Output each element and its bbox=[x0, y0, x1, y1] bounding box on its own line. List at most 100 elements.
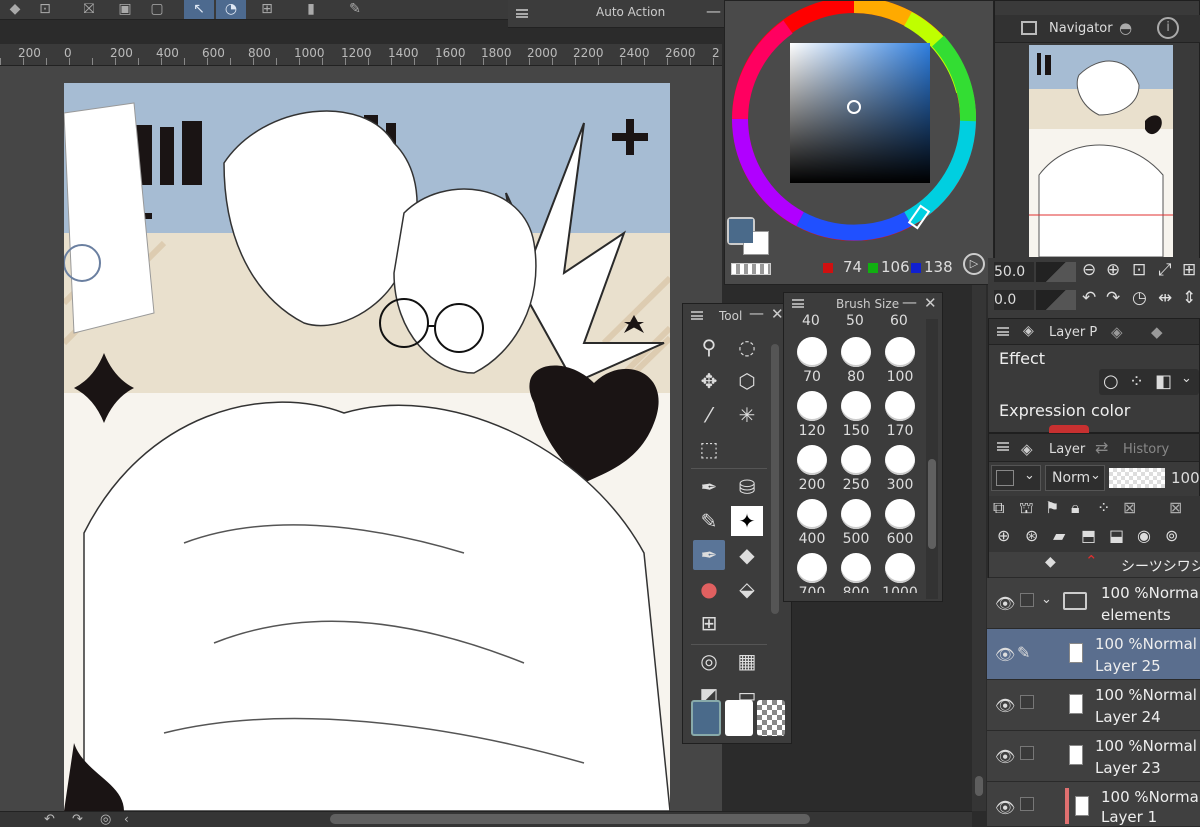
selection-icon[interactable]: ⬚ bbox=[693, 434, 725, 464]
blend-mode-dropdown[interactable]: Norm ⌄ bbox=[1045, 465, 1105, 491]
opacity-slider[interactable] bbox=[1109, 468, 1165, 488]
create-mask-icon[interactable]: ◉ bbox=[1137, 526, 1151, 545]
gradient-icon[interactable]: ▦ bbox=[731, 646, 763, 676]
brush-size-item[interactable]: 150 bbox=[834, 387, 878, 441]
layer-property-tab[interactable]: Layer P bbox=[1049, 325, 1097, 340]
zoom-out-icon[interactable]: ⊖ bbox=[1082, 260, 1096, 280]
figure-tool-icon[interactable]: ⊞ bbox=[693, 608, 725, 638]
minimize-icon[interactable]: — bbox=[749, 304, 764, 322]
layer-color-dropdown[interactable]: ⌄ bbox=[991, 465, 1041, 491]
fit-width-icon[interactable]: ⊞ bbox=[1182, 260, 1196, 280]
eye-icon[interactable]: 👁︎ bbox=[995, 747, 1015, 766]
brush-size-item[interactable]: 120 bbox=[790, 387, 834, 441]
canvas-area[interactable] bbox=[0, 66, 722, 811]
blue-value[interactable]: 138 bbox=[924, 258, 953, 276]
opacity-value[interactable]: 100 bbox=[1171, 469, 1200, 487]
flip-horizontal-icon[interactable]: ⇹ bbox=[1158, 288, 1172, 308]
new-raster-icon[interactable]: ⊕ bbox=[997, 526, 1010, 545]
menu-icon[interactable] bbox=[997, 442, 1009, 451]
chevron-down-icon[interactable]: ⌄ bbox=[1041, 592, 1052, 607]
layer-row[interactable]: 👁︎ 100 %Normal Layer 24 bbox=[987, 680, 1200, 731]
brush-size-label[interactable]: 40 bbox=[802, 313, 820, 329]
brush-scrollbar[interactable] bbox=[926, 319, 938, 599]
zoom-value[interactable]: 50.0 bbox=[994, 262, 1034, 282]
airbrush-icon[interactable]: ⛁ bbox=[731, 472, 763, 502]
eye-icon[interactable]: 👁︎ bbox=[995, 798, 1015, 817]
lock-icon[interactable]: 🔒︎ bbox=[1071, 498, 1080, 518]
transparent-swatch[interactable] bbox=[731, 263, 771, 275]
rotate-left-icon[interactable]: ↶ bbox=[1082, 288, 1096, 308]
reset-rotation-icon[interactable]: ◷ bbox=[1132, 288, 1147, 308]
brush-size-item[interactable]: 200 bbox=[790, 441, 834, 495]
actual-size-icon[interactable]: ⊡ bbox=[1132, 260, 1146, 280]
pencil-icon[interactable]: ✎ bbox=[693, 506, 725, 536]
zoom-tool-icon[interactable]: ⚲ bbox=[693, 332, 725, 362]
tone-effect-icon[interactable]: ⁘ bbox=[1129, 371, 1144, 392]
perspective-icon[interactable]: ▢ bbox=[142, 0, 172, 19]
fit-icon[interactable]: ⤢ bbox=[1158, 260, 1172, 280]
brush-size-item[interactable]: 80 bbox=[834, 333, 878, 387]
minimize-icon[interactable]: — bbox=[902, 293, 917, 311]
layer-folder-elements[interactable]: 👁︎ ⌄ 100 %Normal elements bbox=[987, 578, 1200, 629]
navigator-title[interactable]: Navigator bbox=[1049, 21, 1113, 36]
menu-icon[interactable] bbox=[792, 299, 804, 308]
info-icon[interactable]: i bbox=[1157, 17, 1179, 39]
auto-select-icon[interactable]: ✳ bbox=[731, 400, 763, 430]
green-value[interactable]: 106 bbox=[881, 258, 910, 276]
new-vector-icon[interactable]: ⊛ bbox=[1025, 526, 1038, 545]
brush-size-label[interactable]: 50 bbox=[846, 313, 864, 329]
tool-scrollbar[interactable] bbox=[771, 344, 779, 614]
clip-icon[interactable]: ⧉ bbox=[993, 498, 1004, 518]
play-icon[interactable]: ▷ bbox=[963, 253, 985, 275]
sub-color-chip[interactable] bbox=[725, 700, 753, 736]
mask-off-icon[interactable]: ⊠ bbox=[1169, 498, 1182, 517]
help-icon[interactable]: ✎ bbox=[340, 0, 370, 19]
scroll-left-icon[interactable]: ‹ bbox=[124, 812, 129, 826]
reset-rotation-icon[interactable]: ◎ bbox=[100, 812, 111, 827]
brush-size-item[interactable]: 170 bbox=[878, 387, 922, 441]
phone-icon[interactable]: ▮ bbox=[296, 0, 326, 19]
move-tool-icon[interactable]: ✥ bbox=[693, 366, 725, 396]
eraser-icon[interactable]: ◆ bbox=[731, 540, 763, 570]
close-icon[interactable]: ✕ bbox=[924, 294, 937, 312]
main-color-chip[interactable] bbox=[691, 700, 721, 736]
rotate-right-icon[interactable]: ↷ bbox=[72, 812, 83, 827]
transform-icon[interactable]: ◔ bbox=[216, 0, 246, 19]
angle-slider[interactable] bbox=[1036, 290, 1076, 310]
menu-icon[interactable] bbox=[516, 9, 528, 18]
tab-icon[interactable]: ◈ bbox=[1111, 323, 1123, 341]
subview-icon[interactable]: ◓ bbox=[1119, 19, 1132, 37]
frame-icon[interactable]: ▣ bbox=[110, 0, 140, 19]
scroll-thumb[interactable] bbox=[330, 814, 810, 824]
apply-mask-icon[interactable]: ⊚ bbox=[1165, 526, 1178, 545]
menu-icon[interactable] bbox=[997, 327, 1009, 336]
layer-checkbox[interactable] bbox=[1020, 746, 1034, 760]
snap-icon[interactable]: ◆ bbox=[0, 0, 30, 19]
chevron-down-icon[interactable]: ⌄ bbox=[1181, 371, 1192, 386]
brush-size-item[interactable]: 100 bbox=[878, 333, 922, 387]
pen-tool-icon[interactable]: ✒ bbox=[693, 472, 725, 502]
tab-history[interactable]: History bbox=[1123, 442, 1169, 457]
brush-size-item[interactable]: 70 bbox=[790, 333, 834, 387]
navigator-preview[interactable] bbox=[1029, 45, 1173, 257]
brush-size-label[interactable]: 60 bbox=[890, 313, 908, 329]
layer-row-partial[interactable]: ◆ ⌃ シーツシワシ bbox=[989, 552, 1200, 578]
brush-size-item[interactable]: 600 bbox=[878, 495, 922, 549]
tab-icon[interactable]: ◆ bbox=[1151, 323, 1163, 341]
lasso-select-icon[interactable]: ◌ bbox=[731, 332, 763, 362]
layer-checkbox[interactable] bbox=[1020, 593, 1034, 607]
special-ruler-icon[interactable]: ⛝ bbox=[74, 0, 104, 19]
color-wheel[interactable] bbox=[728, 1, 990, 251]
decoration-icon[interactable]: ✦ bbox=[731, 506, 763, 536]
lock-transparency-icon[interactable]: ⁘ bbox=[1097, 498, 1110, 517]
history-icon[interactable]: ⇄ bbox=[1095, 438, 1108, 457]
angle-value[interactable]: 0.0 bbox=[994, 290, 1034, 310]
eye-icon[interactable]: 👁︎ bbox=[995, 594, 1015, 613]
tab-layer[interactable]: Layer bbox=[1049, 442, 1085, 457]
color-dropdown[interactable] bbox=[1049, 425, 1089, 433]
zoom-in-icon[interactable]: ⊕ bbox=[1106, 260, 1120, 280]
ruler-icon[interactable]: ⊡ bbox=[30, 0, 60, 19]
layer-color-icon[interactable]: ◧ bbox=[1155, 371, 1172, 392]
mask-icon[interactable]: ⊠ bbox=[1123, 498, 1136, 517]
brush-size-item[interactable]: 500 bbox=[834, 495, 878, 549]
